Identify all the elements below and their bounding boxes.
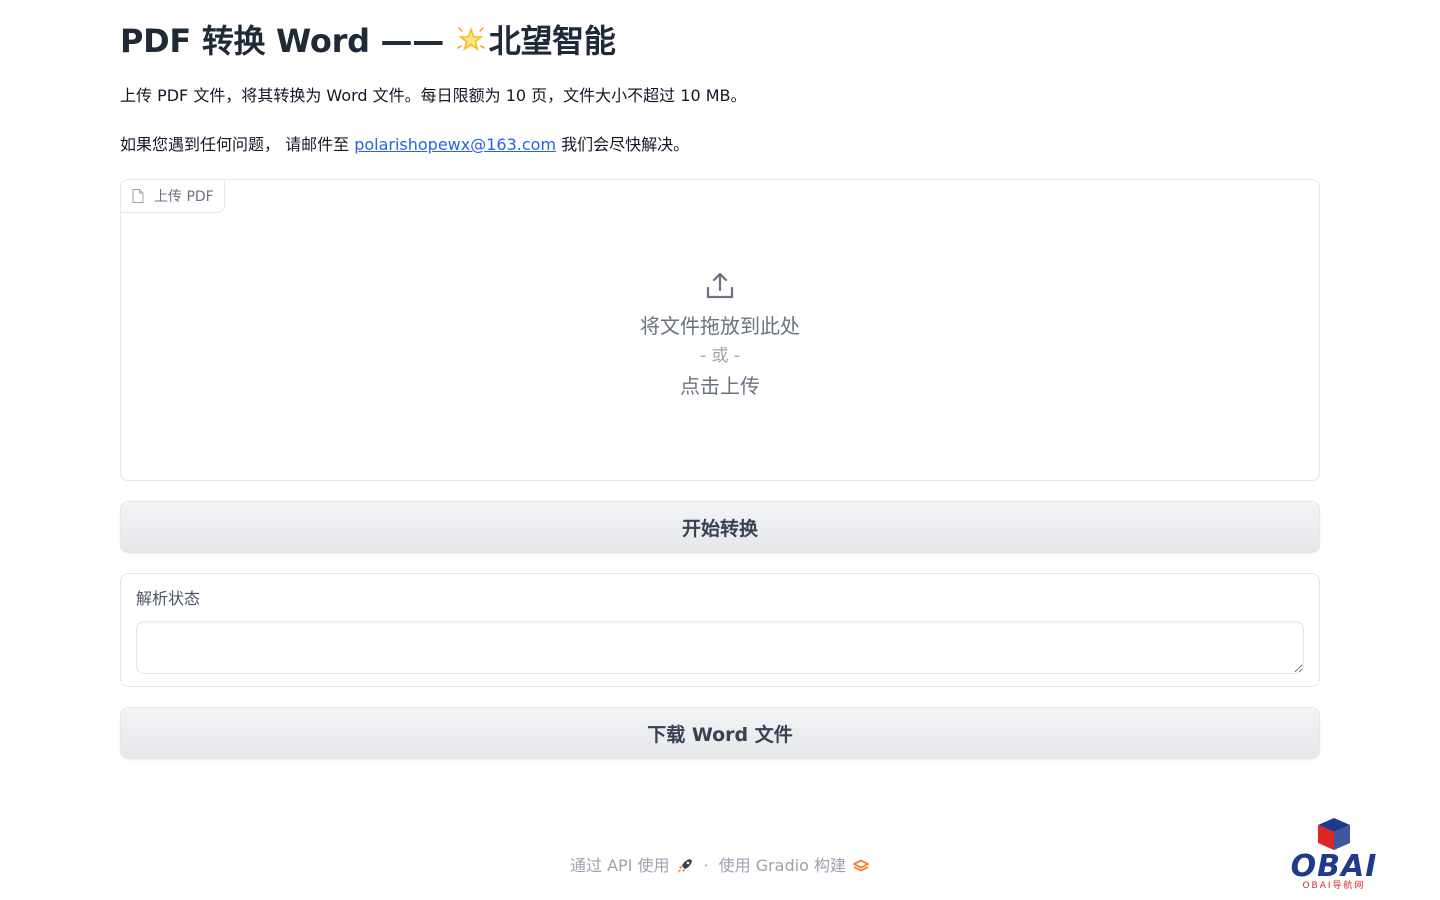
built-with-gradio-text: 使用 Gradio 构建 xyxy=(718,856,846,875)
cube-logo-icon xyxy=(1318,818,1350,850)
start-convert-button[interactable]: 开始转换 xyxy=(120,501,1320,553)
use-via-api-link[interactable]: 通过 API 使用 xyxy=(570,852,694,880)
footer: 通过 API 使用 · 使用 Gradio 构建 xyxy=(0,852,1440,880)
description-line-2: 如果您遇到任何问题， 请邮件至 polarishopewx@163.com 我们… xyxy=(120,133,689,157)
download-word-button[interactable]: 下载 Word 文件 xyxy=(120,707,1320,759)
parse-status-textarea[interactable] xyxy=(136,621,1304,674)
built-with-gradio-link[interactable]: 使用 Gradio 构建 xyxy=(719,852,870,880)
rocket-icon xyxy=(677,859,692,873)
contact-text-before: 如果您遇到任何问题， 请邮件至 xyxy=(120,135,355,154)
page-title: PDF 转换 Word —— 北望智能 xyxy=(120,18,616,64)
description-line-1: 上传 PDF 文件，将其转换为 Word 文件。每日限额为 10 页，文件大小不… xyxy=(120,86,747,105)
contact-text-after: 我们会尽快解决。 xyxy=(556,135,690,154)
footer-separator: · xyxy=(703,856,709,875)
drop-area[interactable]: 将文件拖放到此处 - 或 - 点击上传 xyxy=(121,270,1319,402)
contact-email-link[interactable]: polarishopewx@163.com xyxy=(354,135,556,154)
upload-icon xyxy=(706,272,734,299)
click-to-upload[interactable]: 点击上传 xyxy=(680,370,760,402)
title-suffix: 北望智能 xyxy=(488,22,616,60)
drop-instruction: 将文件拖放到此处 xyxy=(640,314,800,338)
gradio-logo-icon xyxy=(853,859,869,872)
use-via-api-text: 通过 API 使用 xyxy=(570,856,670,875)
parse-status-panel: 解析状态 xyxy=(120,573,1320,687)
obai-logo-text: OBAI xyxy=(1290,849,1378,884)
upload-label-text: 上传 PDF xyxy=(154,189,214,205)
obai-logo-subtext: OBAI导航网 xyxy=(1302,881,1366,891)
pdf-upload-dropzone[interactable]: 上传 PDF 将文件拖放到此处 - 或 - 点击上传 xyxy=(120,179,1320,481)
glowing-star-icon xyxy=(457,27,485,51)
drop-or-separator: - 或 - xyxy=(699,346,741,366)
upload-pdf-label: 上传 PDF xyxy=(121,180,225,213)
parse-status-label: 解析状态 xyxy=(136,589,201,608)
obai-watermark-logo: OBAI OBAI导航网 xyxy=(1284,814,1384,894)
title-prefix: PDF 转换 Word —— xyxy=(120,22,455,60)
file-icon xyxy=(132,189,144,203)
